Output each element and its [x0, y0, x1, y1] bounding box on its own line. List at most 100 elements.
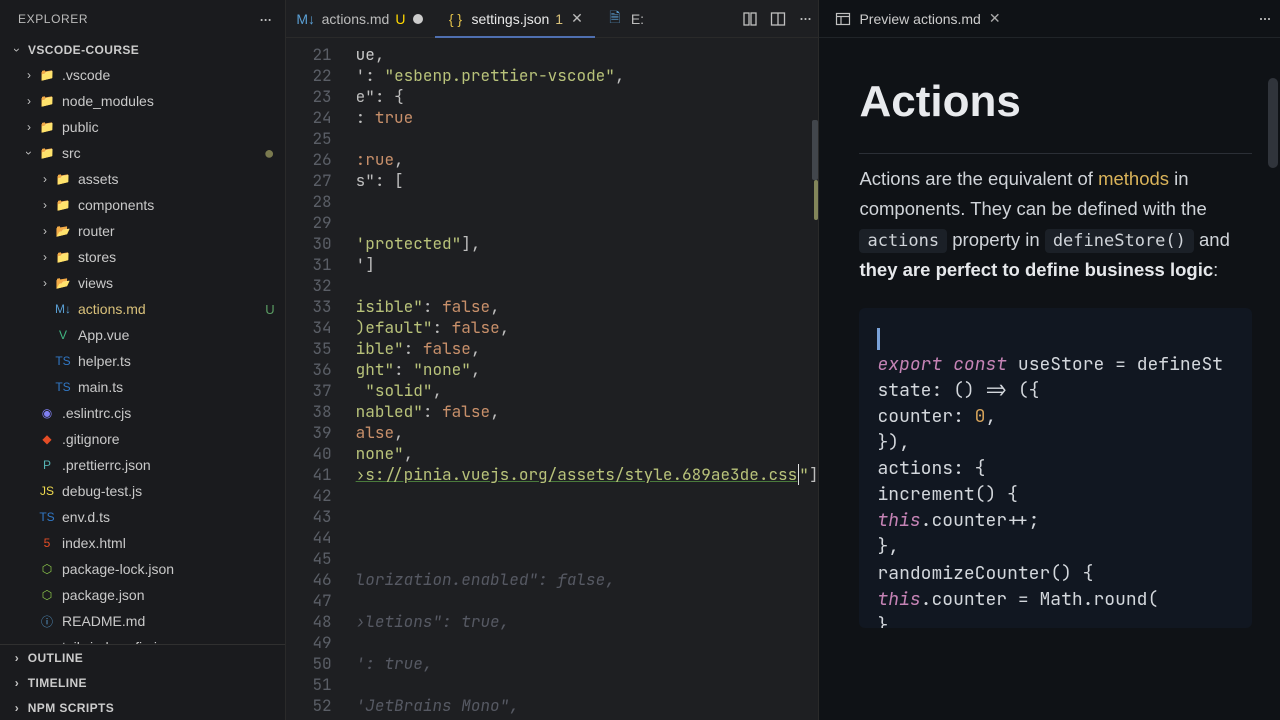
file-icon: 📁	[38, 94, 56, 108]
file-icon: P	[38, 458, 56, 472]
modified-dot-icon: ●	[264, 143, 275, 164]
file-icon: 📁	[54, 172, 72, 186]
tree-label: main.ts	[78, 379, 123, 395]
workspace-name: VSCODE-COURSE	[28, 43, 139, 57]
file-icon: 📁	[54, 250, 72, 264]
tree-item-public[interactable]: ›📁public	[0, 114, 285, 140]
file-icon: ◉	[38, 406, 56, 420]
chevron-right-icon: ›	[10, 676, 24, 690]
preview-codeblock[interactable]: export const useStore = defineSt state: …	[859, 308, 1252, 628]
tree-label: App.vue	[78, 327, 129, 343]
preview-more-icon[interactable]: ···	[1258, 8, 1270, 29]
methods-link[interactable]: methods	[1098, 168, 1169, 189]
preview-tab-bar: Preview actions.md ✕ ···	[819, 0, 1280, 38]
tree-item-readme-md[interactable]: ⓘREADME.md	[0, 608, 285, 634]
explorer-header: EXPLORER ···	[0, 0, 285, 38]
tree-label: node_modules	[62, 93, 154, 109]
explorer-sidebar: EXPLORER ··· › VSCODE-COURSE ›📁.vscode›📁…	[0, 0, 286, 720]
tree-item-src[interactable]: ›📁src●	[0, 140, 285, 166]
explorer-more-icon[interactable]: ···	[259, 9, 271, 30]
close-icon[interactable]: ✕	[571, 10, 583, 27]
file-icon: ◆	[38, 432, 56, 446]
tree-label: index.html	[62, 535, 126, 551]
chevron-icon: ›	[38, 224, 52, 238]
compare-icon[interactable]	[742, 11, 758, 27]
tree-item--gitignore[interactable]: ◆.gitignore	[0, 426, 285, 452]
tree-label: .prettierrc.json	[62, 457, 151, 473]
tree-item-stores[interactable]: ›📁 stores	[0, 244, 285, 270]
code-content[interactable]: ue,': "esbenp.prettier-vscode",e": {: tr…	[346, 38, 819, 720]
explorer-title: EXPLORER	[18, 12, 88, 26]
tree-item-debug-test-js[interactable]: JSdebug-test.js	[0, 478, 285, 504]
tree-item-package-json[interactable]: ⬡package.json	[0, 582, 285, 608]
tree-item-app-vue[interactable]: V App.vue	[0, 322, 285, 348]
file-icon: ⬡	[38, 588, 56, 602]
tab-actions: ···	[742, 8, 810, 29]
file-icon: 📁	[38, 68, 56, 82]
preview-paragraph: Actions are the equivalent of methods in…	[859, 164, 1252, 286]
chevron-down-icon: ›	[10, 43, 24, 57]
tree-label: package-lock.json	[62, 561, 174, 577]
tab-actions-md[interactable]: M↓actions.mdU	[286, 0, 436, 38]
file-icon: 📂	[54, 276, 72, 290]
file-icon: 📁	[54, 198, 72, 212]
preview-tab[interactable]: Preview actions.md ✕	[829, 0, 1006, 37]
tab-label: E:	[631, 11, 644, 27]
file-icon: 🗎	[607, 7, 623, 31]
tree-label: actions.md	[78, 301, 146, 317]
chevron-icon: ›	[22, 68, 36, 82]
close-icon[interactable]: ✕	[989, 10, 1001, 27]
tree-item-helper-ts[interactable]: TShelper.ts	[0, 348, 285, 374]
tree-label: helper.ts	[78, 353, 131, 369]
tab-e-[interactable]: 🗎 E:	[595, 0, 656, 38]
tree-item-views[interactable]: ›📂 views	[0, 270, 285, 296]
tree-item-router[interactable]: ›📂router	[0, 218, 285, 244]
tree-item--prettierrc-json[interactable]: P .prettierrc.json	[0, 452, 285, 478]
workspace-header[interactable]: › VSCODE-COURSE	[0, 38, 285, 62]
tree-label: stores	[78, 249, 116, 265]
editor-more-icon[interactable]: ···	[798, 8, 810, 29]
file-icon: 📁	[38, 146, 56, 160]
file-icon: M↓	[54, 302, 72, 316]
tree-label: env.d.ts	[62, 509, 110, 525]
tab-label: actions.md	[322, 11, 390, 27]
sidebar-bottom-panels: › OUTLINE › TIMELINE › NPM SCRIPTS	[0, 644, 285, 720]
tree-label: .vscode	[62, 67, 110, 83]
preview-body[interactable]: Actions Actions are the equivalent of me…	[819, 38, 1280, 720]
markdown-preview-pane: Preview actions.md ✕ ··· Actions Actions…	[818, 0, 1280, 720]
tab-settings-json[interactable]: { }settings.json1✕	[435, 0, 594, 38]
line-gutter: 2122232425262728293031323334353637383940…	[286, 38, 346, 720]
tree-label: .eslintrc.cjs	[62, 405, 131, 421]
chevron-right-icon: ›	[10, 651, 24, 665]
actions-code: actions	[859, 229, 947, 253]
split-editor-icon[interactable]	[770, 11, 786, 27]
tree-label: views	[78, 275, 113, 291]
chevron-icon: ›	[38, 250, 52, 264]
npm-scripts-panel[interactable]: › NPM SCRIPTS	[0, 695, 285, 720]
tree-item-main-ts[interactable]: TSmain.ts	[0, 374, 285, 400]
timeline-panel[interactable]: › TIMELINE	[0, 670, 285, 695]
file-icon: { }	[447, 11, 463, 27]
tree-label: components	[78, 197, 154, 213]
tree-item-actions-md[interactable]: M↓actions.mdU	[0, 296, 285, 322]
tree-item-tailwind-config-js[interactable]: ≈tailwind.config.js	[0, 634, 285, 644]
tree-label: assets	[78, 171, 118, 187]
tab-bar: M↓actions.mdU{ }settings.json1✕ 🗎 E: ···	[286, 0, 819, 38]
tree-item-index-html[interactable]: 5index.html	[0, 530, 285, 556]
file-icon: V	[54, 328, 72, 342]
preview-icon	[835, 11, 851, 27]
tree-item--eslintrc-cjs[interactable]: ◉ .eslintrc.cjs	[0, 400, 285, 426]
file-icon: 📁	[38, 120, 56, 134]
chevron-icon: ›	[38, 276, 52, 290]
tree-item-components[interactable]: ›📁components	[0, 192, 285, 218]
outline-panel[interactable]: › OUTLINE	[0, 645, 285, 670]
tree-item--vscode[interactable]: ›📁 .vscode	[0, 62, 285, 88]
tree-item-env-d-ts[interactable]: TSenv.d.ts	[0, 504, 285, 530]
tree-item-package-lock-json[interactable]: ⬡package-lock.json	[0, 556, 285, 582]
file-icon: JS	[38, 484, 56, 498]
code-editor[interactable]: 2122232425262728293031323334353637383940…	[286, 38, 819, 720]
tree-item-assets[interactable]: ›📁assets	[0, 166, 285, 192]
preview-scrollbar[interactable]	[1268, 78, 1278, 168]
tree-item-node-modules[interactable]: ›📁node_modules	[0, 88, 285, 114]
minimap[interactable]	[804, 80, 818, 720]
